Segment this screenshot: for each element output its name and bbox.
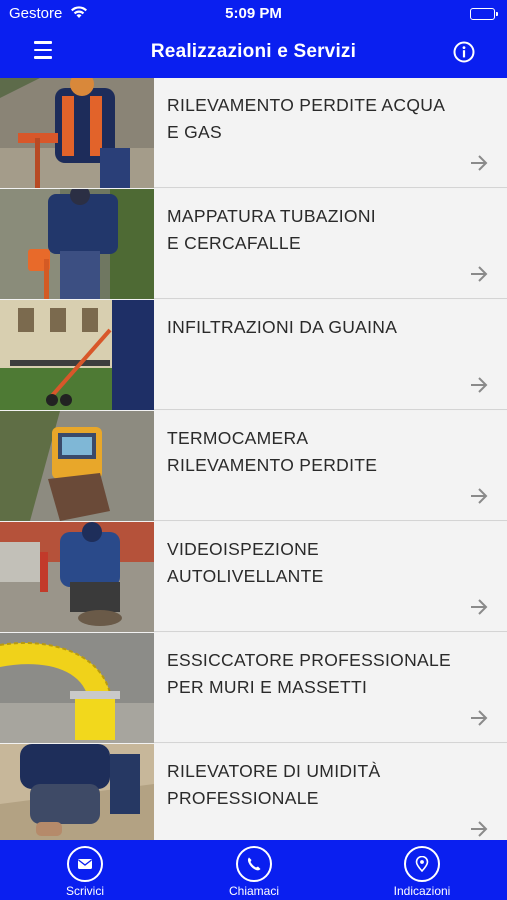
arrow-right-icon <box>471 266 488 282</box>
arrow-right-icon <box>471 599 488 615</box>
service-thumbnail <box>0 78 154 188</box>
service-label: INFILTRAZIONI DA GUAINA <box>167 317 398 337</box>
envelope-icon <box>67 846 103 882</box>
status-bar: Gestore 5:09 PM <box>0 0 507 28</box>
arrow-right-icon <box>471 377 488 393</box>
service-thumbnail <box>0 189 154 299</box>
list-item-rilevatore-umidita[interactable]: RILEVATORE DI UMIDITÀ PROFESSIONALE <box>0 744 507 840</box>
status-time: 5:09 PM <box>225 5 282 22</box>
tab-indicazioni[interactable]: Indicazioni <box>362 846 482 898</box>
service-label: MAPPATURA TUBAZIONI E CERCAFALLE <box>167 206 376 253</box>
list-item-essiccatore[interactable]: ESSICCATORE PROFESSIONALE PER MURI E MAS… <box>0 633 507 743</box>
service-thumbnail <box>0 744 154 840</box>
battery-icon <box>470 8 498 20</box>
arrow-right-icon <box>471 155 488 171</box>
phone-icon <box>236 846 272 882</box>
list-item-rilevamento-perdite[interactable]: RILEVAMENTO PERDITE ACQUA E GAS <box>0 78 507 188</box>
service-label: RILEVAMENTO PERDITE ACQUA E GAS <box>167 95 446 142</box>
tab-label: Scrivici <box>66 884 104 898</box>
arrow-right-icon <box>471 710 488 726</box>
list-item-termocamera[interactable]: TERMOCAMERA RILEVAMENTO PERDITE <box>0 411 507 521</box>
services-list: RILEVAMENTO PERDITE ACQUA E GAS MAPPATUR… <box>0 78 507 840</box>
tab-label: Indicazioni <box>393 884 451 898</box>
list-item-mappatura-tubazioni[interactable]: MAPPATURA TUBAZIONI E CERCAFALLE <box>0 189 507 299</box>
navigation-bar: Realizzazioni e Servizi <box>0 28 507 78</box>
page-title: Realizzazioni e Servizi <box>150 41 357 62</box>
service-thumbnail <box>0 633 154 743</box>
bottom-tab-bar: Scrivici Chiamaci Indicazioni <box>0 840 507 900</box>
arrow-right-icon <box>471 488 488 504</box>
list-item-videoispezione[interactable]: VIDEOISPEZIONE AUTOLIVELLANTE <box>0 522 507 632</box>
service-thumbnail <box>0 411 154 521</box>
list-item-infiltrazioni-guaina[interactable]: INFILTRAZIONI DA GUAINA <box>0 300 507 410</box>
arrow-right-icon <box>471 821 488 837</box>
service-label: VIDEOISPEZIONE AUTOLIVELLANTE <box>167 539 324 586</box>
info-icon[interactable] <box>453 41 475 63</box>
location-pin-icon <box>404 846 440 882</box>
tab-chiamaci[interactable]: Chiamaci <box>194 846 314 898</box>
service-label: ESSICCATORE PROFESSIONALE PER MURI E MAS… <box>167 650 452 697</box>
tab-scrivici[interactable]: Scrivici <box>25 846 145 898</box>
service-thumbnail <box>0 300 154 410</box>
service-thumbnail <box>0 522 154 632</box>
service-label: RILEVATORE DI UMIDITÀ PROFESSIONALE <box>167 761 381 808</box>
service-label: TERMOCAMERA RILEVAMENTO PERDITE <box>167 428 378 475</box>
tab-label: Chiamaci <box>228 884 279 898</box>
